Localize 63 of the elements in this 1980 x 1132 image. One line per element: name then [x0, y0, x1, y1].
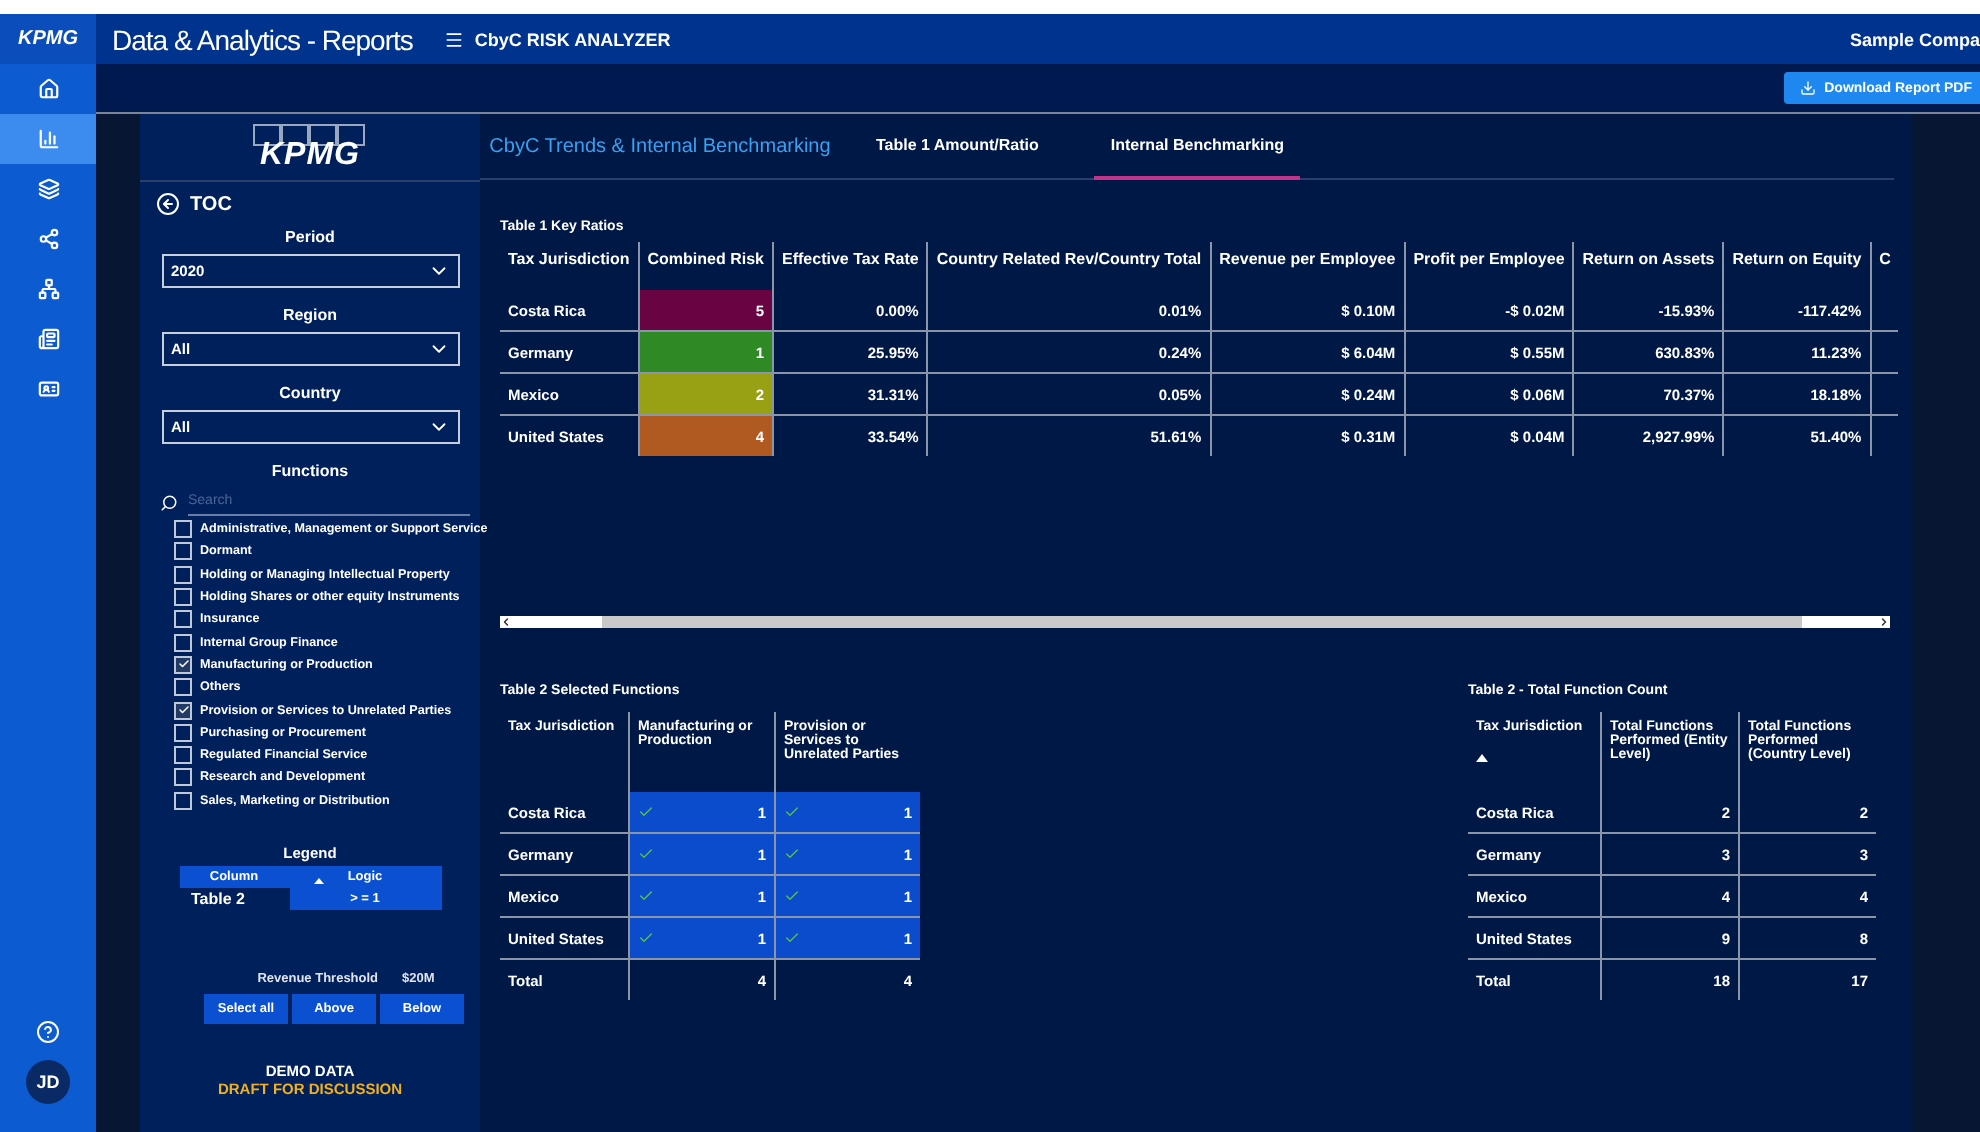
help-icon[interactable]	[36, 1020, 60, 1044]
check-icon	[784, 888, 800, 904]
scroll-right-icon[interactable]	[1878, 616, 1890, 628]
filter-label: Country	[279, 384, 341, 402]
checkbox[interactable]	[174, 588, 192, 607]
back-icon	[156, 192, 180, 216]
checkbox[interactable]	[174, 542, 192, 561]
horizontal-scrollbar[interactable]	[500, 616, 1890, 628]
checkbox[interactable]	[174, 633, 192, 652]
nav-item[interactable]	[0, 114, 96, 164]
checkbox[interactable]	[174, 655, 192, 674]
report-menu[interactable]: CbyC RISK ANALYZER	[444, 29, 671, 49]
sort-icon[interactable]	[1476, 754, 1488, 762]
column-header[interactable]: Return on Equity	[1723, 242, 1871, 290]
menu-icon	[444, 29, 465, 49]
check-icon	[784, 804, 800, 820]
column-header[interactable]: Revenue per Employee	[1210, 242, 1405, 290]
company-name: Sample Compa	[1849, 29, 1980, 49]
checkbox[interactable]	[174, 565, 192, 584]
check-icon	[177, 658, 189, 671]
filter-label: Region	[282, 306, 338, 324]
checkbox[interactable]	[174, 678, 192, 697]
check-icon	[638, 888, 654, 904]
page-title: CbyC Trends & Internal Benchmarking	[487, 133, 833, 161]
legend-cell-text: Table 2	[189, 887, 247, 910]
checkbox[interactable]	[174, 610, 192, 629]
check-icon	[784, 846, 800, 862]
column-header[interactable]: Country Related Rev/Country Total	[927, 242, 1211, 290]
card-icon	[37, 378, 59, 400]
user-avatar[interactable]: JD	[26, 1060, 70, 1104]
checkbox[interactable]	[174, 701, 192, 720]
column-header[interactable]: Tax Jurisdiction	[500, 242, 639, 290]
hierarchy-icon	[37, 278, 59, 300]
checkbox[interactable]	[174, 746, 192, 765]
kpmg-logo: KPMG	[140, 114, 480, 182]
download-icon	[1800, 80, 1817, 96]
toc-link[interactable]: TOC	[156, 192, 232, 216]
chart-icon	[37, 128, 59, 150]
column-header[interactable]: Profit per Employee	[1404, 242, 1574, 290]
checkbox[interactable]	[174, 791, 192, 810]
share-icon	[37, 228, 59, 250]
news-icon	[37, 328, 59, 350]
search-icon	[160, 493, 178, 511]
tab[interactable]: Table 1 Amount/Ratio	[860, 114, 1055, 180]
column-header[interactable]: C	[1870, 242, 1899, 290]
logo: KPMG	[0, 14, 96, 64]
layers-icon	[37, 178, 59, 200]
app-title: Data & Analytics - Reports	[112, 23, 413, 55]
check-icon	[638, 804, 654, 820]
check-icon	[638, 846, 654, 862]
checkbox[interactable]	[174, 723, 192, 742]
checkbox[interactable]	[174, 520, 192, 539]
check-icon	[177, 704, 189, 717]
filter-label: Period	[285, 228, 335, 246]
column-header[interactable]: Return on Assets	[1573, 242, 1724, 290]
filter-label: Functions	[271, 462, 349, 480]
checkbox[interactable]	[174, 768, 192, 787]
home-icon	[37, 78, 59, 100]
check-icon	[638, 930, 654, 946]
scroll-left-icon[interactable]	[500, 616, 512, 628]
check-icon	[784, 930, 800, 946]
tab[interactable]: Internal Benchmarking	[1094, 114, 1301, 180]
column-header[interactable]: Effective Tax Rate	[773, 242, 928, 290]
